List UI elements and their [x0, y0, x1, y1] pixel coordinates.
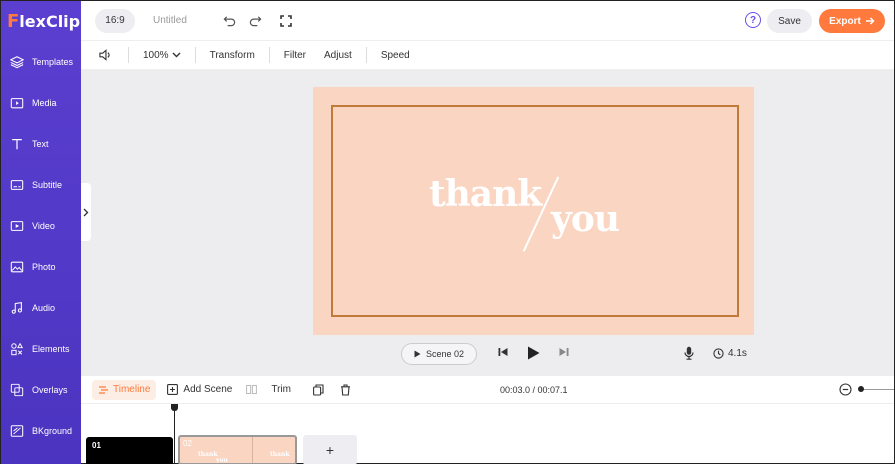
sidebar-item-audio[interactable]: Audio: [1, 287, 81, 328]
help-icon[interactable]: ?: [745, 12, 761, 28]
sidebar-item-label: Elements: [32, 343, 70, 354]
undo-icon[interactable]: [223, 14, 237, 28]
top-bar: 16:9 Untitled ? Save Export: [81, 1, 894, 41]
volume-icon[interactable]: [81, 47, 128, 63]
tab-timeline-label: Timeline: [113, 384, 151, 395]
video-icon: [10, 220, 24, 231]
media-folder-icon: [10, 97, 24, 108]
background-icon: [10, 424, 24, 437]
split-icon[interactable]: [246, 384, 258, 395]
canvas-area: thank you Scene 02 4.1s: [81, 70, 894, 376]
save-button[interactable]: Save: [767, 9, 812, 33]
play-scene-button[interactable]: Scene 02: [401, 343, 477, 365]
aspect-ratio-button[interactable]: 16:9: [95, 8, 135, 33]
clock-icon: [713, 348, 724, 359]
scene-duration[interactable]: 4.1s: [713, 348, 747, 359]
logo-letter: F: [7, 10, 20, 32]
add-box-icon: [167, 384, 179, 395]
duplicate-icon[interactable]: [313, 383, 324, 396]
scene-label: Scene 02: [425, 349, 465, 359]
sidebar-item-label: Media: [32, 97, 57, 108]
zoom-slider-thumb[interactable]: [858, 386, 864, 392]
sidebar-item-label: Templates: [32, 56, 74, 67]
play-icon: [414, 350, 421, 358]
clip-number: 01: [92, 441, 101, 450]
sidebar-item-background[interactable]: BKground: [1, 410, 81, 451]
timeline-bar: Timeline Add Scene Trim 00:03.0 / 00:07.…: [81, 376, 894, 404]
sidebar-item-subtitle[interactable]: Subtitle: [1, 164, 81, 205]
elements-icon: [11, 342, 24, 355]
zoom-out-icon[interactable]: [839, 383, 852, 396]
sidebar-item-label: Photo: [32, 261, 56, 272]
layers-icon: [10, 55, 24, 68]
add-scene-button[interactable]: Add Scene: [167, 384, 232, 395]
project-title[interactable]: Untitled: [153, 15, 187, 26]
timeline-tracks: 01 02 thank you thank +: [81, 404, 894, 464]
delete-icon[interactable]: [340, 383, 351, 396]
redo-icon[interactable]: [249, 14, 263, 28]
sidebar-item-video[interactable]: Video: [1, 205, 81, 246]
sidebar-item-media[interactable]: Media: [1, 82, 81, 123]
transform-button[interactable]: Transform: [194, 47, 269, 63]
photo-icon: [10, 261, 24, 272]
text-icon: [12, 138, 22, 149]
overlays-icon: [10, 383, 24, 396]
slide-text-thank[interactable]: thank: [429, 173, 542, 215]
sidebar-item-label: Subtitle: [32, 179, 63, 190]
next-icon[interactable]: [559, 347, 569, 360]
chevron-right-icon: [83, 208, 89, 216]
add-scene-label: Add Scene: [183, 384, 233, 395]
fullscreen-icon[interactable]: [279, 14, 293, 28]
sidebar-item-label: Text: [32, 138, 49, 149]
filter-button[interactable]: Filter: [268, 47, 320, 63]
arrow-right-icon: [865, 17, 875, 25]
music-icon: [11, 301, 22, 314]
clip-thumb-text: thank: [270, 451, 290, 458]
export-button[interactable]: Export: [819, 9, 885, 33]
slide-text-you[interactable]: you: [551, 198, 620, 240]
zoom-value: 100%: [143, 49, 169, 61]
sidebar-item-templates[interactable]: Templates: [1, 41, 81, 82]
zoom-slider[interactable]: [858, 386, 894, 392]
flexclip-logo[interactable]: FlexClip: [1, 1, 81, 41]
playhead[interactable]: [174, 404, 175, 464]
edit-toolbar: 100% Transform Filter Adjust Speed: [81, 41, 894, 70]
clip-frame-divider: [252, 437, 253, 463]
sidebar-item-label: Audio: [32, 302, 56, 313]
adjust-button[interactable]: Adjust: [320, 47, 366, 63]
sidebar-item-elements[interactable]: Elements: [1, 328, 81, 369]
subtitle-icon: [10, 179, 24, 190]
trim-button[interactable]: Trim: [271, 384, 291, 395]
sidebar-item-photo[interactable]: Photo: [1, 246, 81, 287]
clip-number: 02: [183, 439, 192, 448]
sidebar-item-label: Video: [32, 220, 55, 231]
scene-clip-02[interactable]: 02 thank you thank: [178, 435, 297, 464]
sidebar-item-text[interactable]: Text: [1, 123, 81, 164]
sidebar-item-overlays[interactable]: Overlays: [1, 369, 81, 410]
tab-timeline[interactable]: Timeline: [92, 379, 157, 400]
zoom-dropdown[interactable]: 100%: [128, 47, 195, 63]
player-controls: Scene 02 4.1s: [81, 343, 894, 365]
add-scene-tile[interactable]: +: [303, 435, 357, 464]
logo-text: lexClip: [19, 11, 81, 31]
speed-button[interactable]: Speed: [365, 47, 424, 63]
timeline-time: 00:03.0 / 00:07.1: [500, 384, 568, 395]
scene-canvas[interactable]: thank you: [313, 87, 754, 335]
timeline-zoom: [839, 383, 894, 396]
play-pause-icon[interactable]: [527, 346, 540, 363]
timeline-icon: [99, 385, 108, 394]
clip-thumb-text: you: [216, 457, 228, 464]
sidebar-item-label: Overlays: [32, 384, 68, 395]
export-label: Export: [829, 15, 861, 27]
clip-thumb-text: thank: [198, 451, 218, 458]
expand-panel-handle[interactable]: [81, 183, 91, 241]
sidebar-item-label: BKground: [32, 425, 73, 436]
microphone-icon[interactable]: [684, 346, 694, 363]
chevron-down-icon: [172, 52, 181, 58]
scene-clip-01[interactable]: 01: [86, 437, 173, 464]
sidebar: FlexClip Templates Media Text Subtitle V…: [1, 1, 81, 464]
previous-icon[interactable]: [498, 347, 508, 360]
duration-value: 4.1s: [728, 348, 747, 359]
